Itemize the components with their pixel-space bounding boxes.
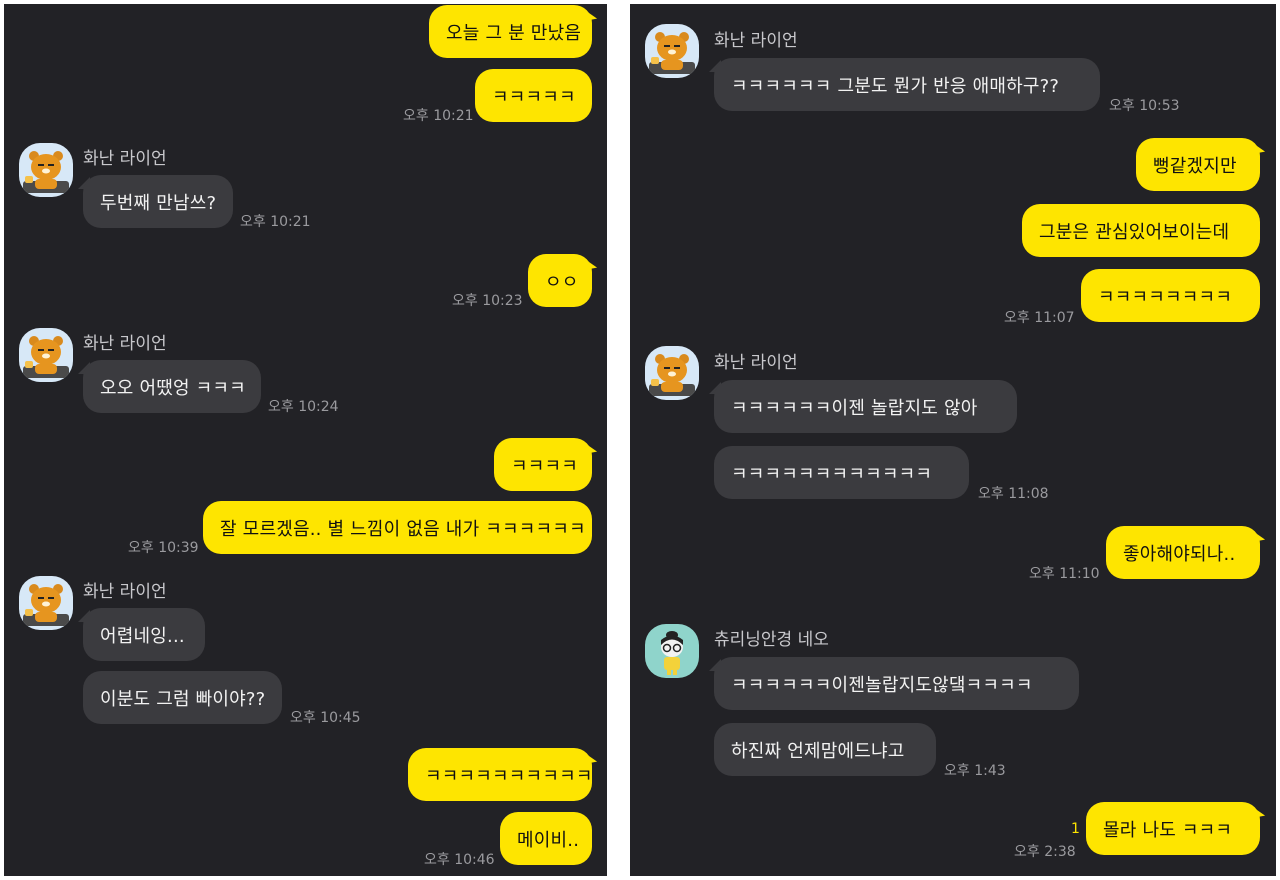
my-message-bubble[interactable]: 오늘 그 분 만났음 (429, 5, 592, 58)
my-message-bubble[interactable]: ㅋㅋㅋㅋ (494, 438, 592, 491)
chat-panel-right[interactable]: 화난 라이언 ㅋㅋㅋㅋㅋㅋ 그분도 뭔가 반응 애매하구?? 오후 10:53 … (630, 4, 1276, 876)
my-message-bubble[interactable]: 잘 모르겠음.. 별 느낌이 없음 내가 ㅋㅋㅋㅋㅋㅋ (203, 501, 592, 554)
other-message-bubble[interactable]: 두번째 만남쓰? (83, 175, 233, 228)
bubble-tail (580, 4, 598, 22)
sender-name: 화난 라이언 (83, 149, 167, 169)
message-timestamp: 오후 2:38 (1014, 844, 1076, 860)
my-message-bubble[interactable]: ㅋㅋㅋㅋㅋ (475, 69, 592, 122)
ryan-avatar[interactable] (645, 346, 699, 400)
ryan-face-icon (23, 584, 69, 626)
chat-panel-left[interactable]: 오늘 그 분 만났음 ㅋㅋㅋㅋㅋ 오후 10:21 화난 라이언 두번째 만남쓰… (4, 4, 607, 876)
message-timestamp: 오후 10:45 (290, 710, 361, 726)
message-timestamp: 오후 10:39 (128, 540, 199, 556)
bubble-tail (580, 253, 598, 271)
message-timestamp: 오후 11:10 (1029, 566, 1100, 582)
sender-name: 츄리닝안경 네오 (714, 630, 829, 650)
ryan-face-icon (649, 32, 695, 74)
message-timestamp: 오후 10:23 (452, 293, 523, 309)
message-timestamp: 오후 10:21 (403, 108, 474, 124)
ryan-avatar[interactable] (19, 328, 73, 382)
my-message-bubble[interactable]: 몰라 나도 ㅋㅋㅋ (1086, 802, 1260, 855)
bubble-tail (580, 747, 598, 765)
my-message-bubble[interactable]: 메이비.. (500, 812, 592, 865)
other-message-bubble[interactable]: 이분도 그럼 빠이야?? (83, 671, 282, 724)
message-timestamp: 오후 11:08 (978, 486, 1049, 502)
message-timestamp: 오후 1:43 (944, 763, 1006, 779)
my-message-bubble[interactable]: 그분은 관심있어보이는데 (1022, 204, 1260, 257)
other-message-bubble[interactable]: ㅋㅋㅋㅋㅋㅋ이젠놀랍지도않댘ㅋㅋㅋㅋ (714, 657, 1079, 710)
other-message-bubble[interactable]: ㅋㅋㅋㅋㅋㅋㅋㅋㅋㅋㅋㅋ (714, 446, 969, 499)
message-timestamp: 오후 10:21 (240, 214, 311, 230)
sender-name: 화난 라이언 (83, 582, 167, 602)
other-message-bubble[interactable]: ㅋㅋㅋㅋㅋㅋ 그분도 뭔가 반응 애매하구?? (714, 58, 1100, 111)
bubble-tail (1248, 137, 1266, 155)
bubble-tail (1248, 801, 1266, 819)
bubble-tail (580, 437, 598, 455)
ryan-face-icon (649, 354, 695, 396)
message-timestamp: 오후 11:07 (1004, 310, 1075, 326)
other-message-bubble[interactable]: ㅋㅋㅋㅋㅋㅋ이젠 놀랍지도 않아 (714, 380, 1017, 433)
other-message-bubble[interactable]: 하진짜 언제맘에드냐고 (714, 723, 936, 776)
my-message-bubble[interactable]: ㅋㅋㅋㅋㅋㅋㅋㅋ (1081, 269, 1260, 322)
other-message-bubble[interactable]: 어렵네잉... (83, 608, 205, 661)
ryan-face-icon (23, 151, 69, 193)
my-message-bubble[interactable]: ㅋㅋㅋㅋㅋㅋㅋㅋㅋㅋ (408, 748, 592, 801)
message-timestamp: 오후 10:46 (424, 852, 495, 868)
my-message-bubble[interactable]: 뻥같겠지만 (1136, 138, 1260, 191)
sender-name: 화난 라이언 (83, 334, 167, 354)
other-message-bubble[interactable]: 오오 어땠엉 ㅋㅋㅋ (83, 360, 261, 413)
my-message-bubble[interactable]: 좋아해야되나.. (1106, 526, 1260, 579)
message-timestamp: 오후 10:53 (1109, 98, 1180, 114)
message-timestamp: 오후 10:24 (268, 399, 339, 415)
bubble-tail (1248, 525, 1266, 543)
neo-face-icon (661, 631, 683, 675)
ryan-avatar[interactable] (19, 143, 73, 197)
ryan-face-icon (23, 336, 69, 378)
ryan-avatar[interactable] (19, 576, 73, 630)
sender-name: 화난 라이언 (714, 31, 798, 51)
sender-name: 화난 라이언 (714, 353, 798, 373)
neo-avatar[interactable] (645, 624, 699, 678)
ryan-avatar[interactable] (645, 24, 699, 78)
unread-count: 1 (1071, 821, 1080, 837)
